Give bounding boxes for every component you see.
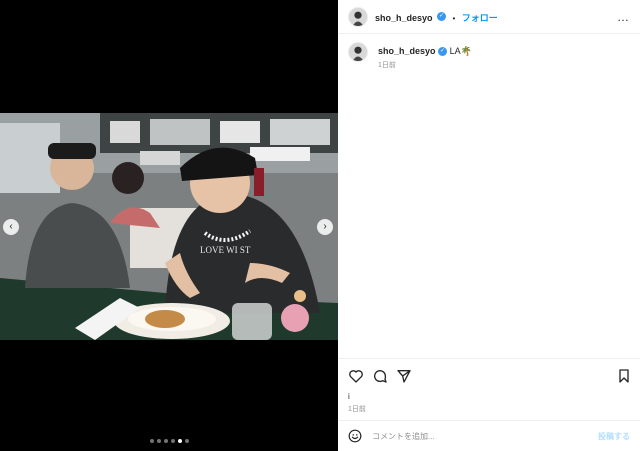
shirt-text: LOVE WI ST bbox=[200, 245, 251, 255]
caption-timestamp: 1日前 bbox=[378, 62, 396, 69]
separator: • bbox=[452, 14, 456, 23]
avatar-image bbox=[349, 8, 367, 26]
caption-username-link[interactable]: sho_h_desyo bbox=[378, 46, 436, 56]
caption-avatar[interactable] bbox=[348, 42, 368, 62]
slide-dot bbox=[157, 439, 161, 443]
slide-dot bbox=[178, 439, 182, 443]
slide-indicator bbox=[150, 439, 189, 443]
chevron-right-icon: › bbox=[323, 221, 327, 232]
slide-dot bbox=[164, 439, 168, 443]
bookmark-icon[interactable] bbox=[616, 368, 632, 384]
post-comment-button[interactable]: 投稿する bbox=[598, 431, 630, 442]
header-meta: sho_h_desyo ✓ • フォロー bbox=[375, 12, 498, 24]
chevron-left-icon: ‹ bbox=[9, 221, 13, 232]
comment-bar: 投稿する bbox=[338, 420, 640, 451]
slide-dot bbox=[150, 439, 154, 443]
smiley-icon[interactable] bbox=[348, 429, 362, 443]
post-photo[interactable]: LOVE WI ST bbox=[0, 113, 338, 340]
paper-plane-icon[interactable] bbox=[396, 368, 412, 384]
more-options-icon[interactable]: … bbox=[617, 10, 630, 24]
next-slide-button[interactable]: › bbox=[317, 219, 333, 235]
follow-button[interactable]: フォロー bbox=[462, 13, 498, 23]
post-timestamp: 1日前 bbox=[348, 406, 366, 413]
slide-dot bbox=[185, 439, 189, 443]
likes-text[interactable]: i bbox=[348, 392, 350, 401]
verified-badge-icon: ✓ bbox=[436, 12, 446, 22]
slide-dot bbox=[171, 439, 175, 443]
avatar[interactable] bbox=[348, 7, 368, 27]
post-header: sho_h_desyo ✓ • フォロー … bbox=[338, 0, 640, 34]
comment-input[interactable] bbox=[372, 429, 572, 443]
media-viewer: LOVE WI ST ‹ › bbox=[0, 0, 338, 451]
username-link[interactable]: sho_h_desyo bbox=[375, 13, 433, 23]
action-bar bbox=[338, 358, 640, 392]
heart-icon[interactable] bbox=[348, 368, 364, 384]
caption-avatar-image bbox=[349, 43, 367, 61]
photo-illustration: LOVE WI ST bbox=[0, 113, 338, 340]
caption-text: LA🌴 bbox=[449, 46, 472, 56]
caption: sho_h_desyo ✓ LA🌴 bbox=[378, 46, 472, 57]
post-panel: sho_h_desyo ✓ • フォロー … sho_h_desyo ✓ LA🌴… bbox=[338, 0, 640, 451]
caption-verified-badge-icon: ✓ bbox=[438, 47, 448, 57]
previous-slide-button[interactable]: ‹ bbox=[3, 219, 19, 235]
comment-bubble-icon[interactable] bbox=[372, 368, 388, 384]
